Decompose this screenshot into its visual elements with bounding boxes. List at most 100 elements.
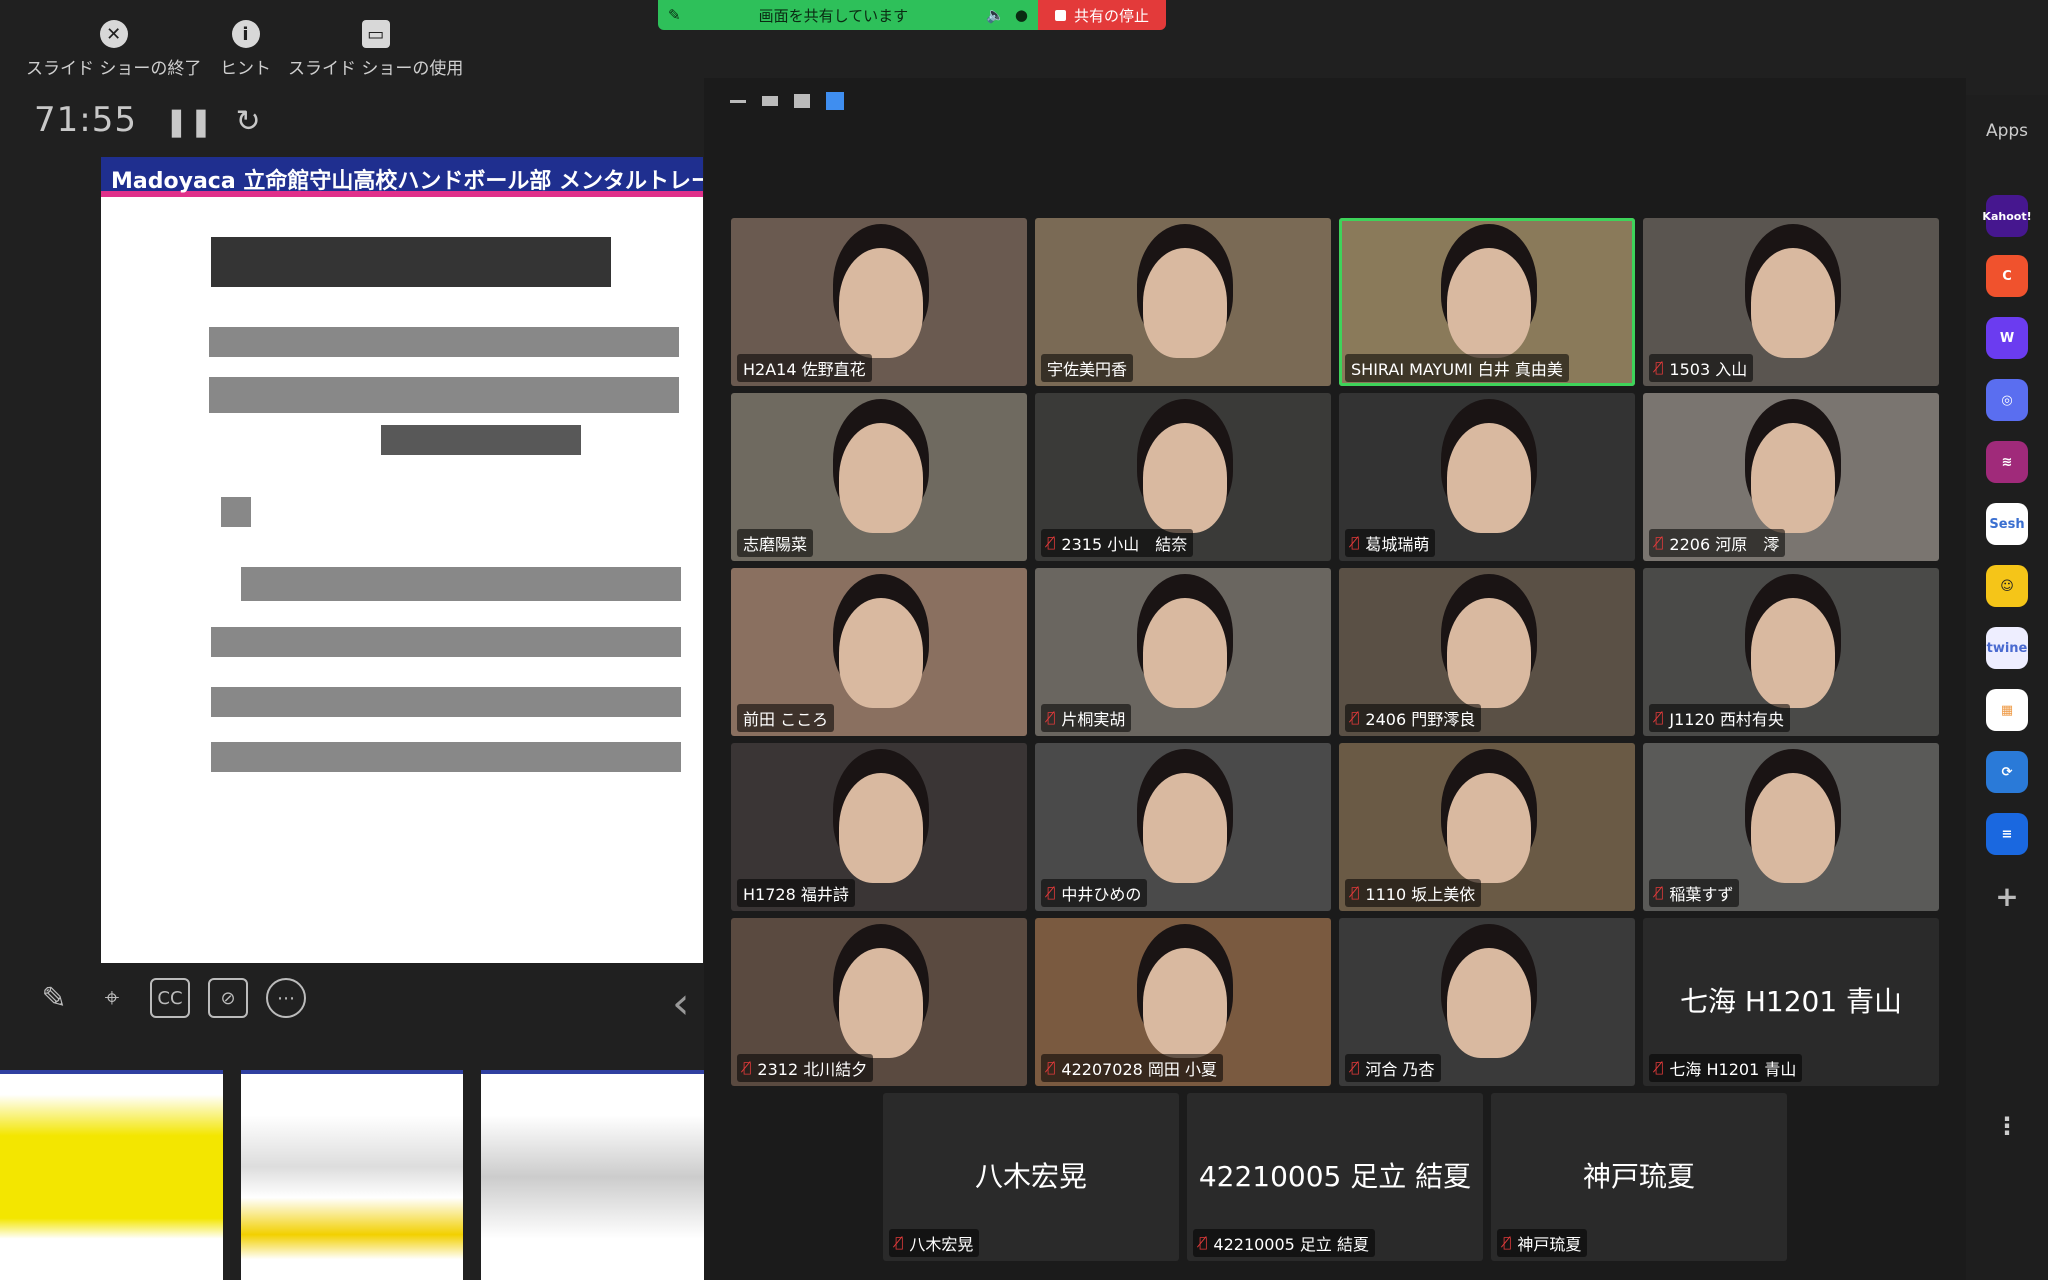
apps-label: Apps: [1985, 121, 2029, 141]
participant-name-label: 🎙̸ 神戸琉夏: [1497, 1229, 1588, 1257]
participant-name: 片桐実胡: [1061, 710, 1126, 729]
restart-icon[interactable]: ↻: [236, 104, 262, 139]
participant-name-label: H1728 福井詩: [737, 879, 855, 907]
participant-name-label: 🎙̸ 中井ひめの: [1041, 879, 1148, 907]
participant-name-label: 🎙̸ 七海 H1201 青山: [1649, 1054, 1803, 1082]
slide-thumbnails: [0, 1070, 705, 1280]
participant-tile[interactable]: 🎙̸ 片桐実胡: [1035, 568, 1331, 736]
mic-muted-icon: 🎙̸: [743, 1060, 752, 1076]
participant-name-label: 🎙̸ J1120 西村有央: [1649, 704, 1790, 732]
participant-tile[interactable]: H2A14 佐野直花: [731, 218, 1027, 386]
participant-tile[interactable]: 🎙̸ 1110 坂上美依: [1339, 743, 1635, 911]
participant-tile[interactable]: 八木宏晃 🎙̸ 八木宏晃: [883, 1093, 1179, 1261]
participant-tile[interactable]: 🎙̸ 2315 小山 結奈: [1035, 393, 1331, 561]
close-icon: ✕: [99, 20, 128, 48]
participant-tile[interactable]: 志磨陽菜: [731, 393, 1027, 561]
sharing-status: ✎ 画面を共有しています 🔈 ●: [658, 0, 1038, 30]
laser-pointer-icon[interactable]: ⌖: [92, 978, 132, 1018]
app-icon[interactable]: ≋: [1986, 441, 2028, 483]
info-icon: i: [231, 20, 260, 48]
mic-muted-icon: 🎙̸: [1351, 885, 1360, 901]
standard-view-icon[interactable]: [794, 94, 810, 108]
participant-name-label: 前田 こころ: [737, 704, 835, 732]
volume-icon[interactable]: 🔈: [986, 6, 1005, 24]
sesh-app-icon[interactable]: Sesh: [1986, 503, 2028, 545]
gallery-view-icon[interactable]: [826, 92, 844, 110]
participant-name-label: 🎙̸ 2206 河原 澪: [1649, 529, 1786, 557]
app-icon[interactable]: ⟳: [1986, 751, 2028, 793]
screen-share-banner: ✎ 画面を共有しています 🔈 ● 共有の停止: [658, 0, 1166, 30]
participant-name: 2406 門野澪良: [1365, 710, 1476, 729]
participant-name: 八木宏晃: [909, 1235, 974, 1254]
timer-value: 71:55: [34, 100, 137, 140]
participant-video: [1751, 423, 1835, 533]
mic-muted-icon: 🎙̸: [1351, 535, 1360, 551]
app-icon[interactable]: C: [1986, 255, 2028, 297]
more-vertical-icon[interactable]: ⋮: [1986, 1105, 2028, 1147]
participant-name: 前田 こころ: [743, 710, 829, 729]
participant-tile[interactable]: 🎙̸ 稲葉すず: [1643, 743, 1939, 911]
twine-app-icon[interactable]: twine: [1986, 627, 2028, 669]
app-icon[interactable]: ▦: [1986, 689, 2028, 731]
participant-video: [1143, 948, 1227, 1058]
participant-tile[interactable]: 42210005 足立 結夏 🎙̸ 42210005 足立 結夏: [1187, 1093, 1483, 1261]
participant-name-label: 🎙̸ 1503 入山: [1649, 354, 1754, 382]
participant-name: 七海 H1201 青山: [1669, 1060, 1797, 1079]
hint-button[interactable]: i ヒント: [220, 20, 271, 79]
pause-icon[interactable]: ❚❚: [165, 105, 214, 138]
speaker-view-icon[interactable]: [762, 96, 778, 106]
camera-off-icon[interactable]: ⊘: [208, 978, 248, 1018]
participant-name-label: 宇佐美円香: [1041, 354, 1134, 382]
participant-video: [1751, 248, 1835, 358]
participant-video: [1447, 773, 1531, 883]
status-dot-icon: ●: [1014, 6, 1028, 24]
mic-muted-icon: 🎙̸: [1047, 1060, 1056, 1076]
participant-tile[interactable]: 宇佐美円香: [1035, 218, 1331, 386]
mic-muted-icon: 🎙̸: [1655, 535, 1664, 551]
app-icon[interactable]: W: [1986, 317, 2028, 359]
add-app-icon[interactable]: +: [1986, 875, 2028, 917]
slide-thumbnail[interactable]: [481, 1070, 705, 1280]
stop-share-button[interactable]: 共有の停止: [1038, 0, 1166, 30]
pen-icon[interactable]: ✎: [34, 978, 74, 1018]
participant-tile[interactable]: 🎙̸ 葛城瑞萌: [1339, 393, 1635, 561]
participant-display-name: 42210005 足立 結夏: [1198, 1160, 1472, 1193]
participant-tile[interactable]: 🎙̸ 1503 入山: [1643, 218, 1939, 386]
app-icon[interactable]: ☺: [1986, 565, 2028, 607]
end-slideshow-button[interactable]: ✕ スライド ショーの終了: [26, 20, 201, 79]
mic-muted-icon: 🎙̸: [1199, 1235, 1208, 1251]
slide-thumbnail[interactable]: [0, 1070, 223, 1280]
participant-tile[interactable]: 🎙̸ 2206 河原 澪: [1643, 393, 1939, 561]
mic-muted-icon: 🎙̸: [1655, 885, 1664, 901]
participant-name: 稲葉すず: [1669, 885, 1734, 904]
participant-video: [1143, 773, 1227, 883]
more-options-icon[interactable]: ⋯: [266, 978, 306, 1018]
participant-tile[interactable]: 前田 こころ: [731, 568, 1027, 736]
share-icon: ✎: [668, 6, 681, 24]
minimize-view-icon[interactable]: [730, 99, 746, 103]
sharing-label: 画面を共有しています: [758, 6, 909, 25]
subtitles-icon[interactable]: CC: [150, 978, 190, 1018]
participant-name: 志磨陽菜: [743, 535, 808, 554]
participant-tile[interactable]: 🎙̸ 2406 門野澪良: [1339, 568, 1635, 736]
slide-thumbnail[interactable]: [240, 1070, 464, 1280]
participant-tile[interactable]: 🎙̸ 2312 北川結夕: [731, 918, 1027, 1086]
participant-name: 神戸琉夏: [1517, 1235, 1582, 1254]
use-slideshow-button[interactable]: ▭ スライド ショーの使用: [288, 20, 463, 79]
participant-tile[interactable]: 🎙̸ J1120 西村有央: [1643, 568, 1939, 736]
participant-tile[interactable]: H1728 福井詩: [731, 743, 1027, 911]
participant-tile[interactable]: 🎙̸ 中井ひめの: [1035, 743, 1331, 911]
participant-name-label: 🎙̸ 八木宏晃: [889, 1229, 980, 1257]
participant-tile[interactable]: 七海 H1201 青山 🎙̸ 七海 H1201 青山: [1643, 918, 1939, 1086]
participant-tile[interactable]: 神戸琉夏 🎙̸ 神戸琉夏: [1491, 1093, 1787, 1261]
participant-name: 1110 坂上美依: [1365, 885, 1476, 904]
participant-name: H1728 福井詩: [743, 885, 849, 904]
app-icon[interactable]: ≡: [1986, 813, 2028, 855]
participant-name-label: 🎙̸ 2406 門野澪良: [1345, 704, 1482, 732]
participant-tile[interactable]: SHIRAI MAYUMI 白井 真由美: [1339, 218, 1635, 386]
kahoot-app-icon[interactable]: Kahoot!: [1982, 195, 2032, 237]
app-icon[interactable]: ◎: [1986, 379, 2028, 421]
participant-tile[interactable]: 🎙̸ 42207028 岡田 小夏: [1035, 918, 1331, 1086]
participant-tile[interactable]: 🎙̸ 河合 乃杏: [1339, 918, 1635, 1086]
chevron-left-icon[interactable]: ‹: [672, 978, 690, 1029]
